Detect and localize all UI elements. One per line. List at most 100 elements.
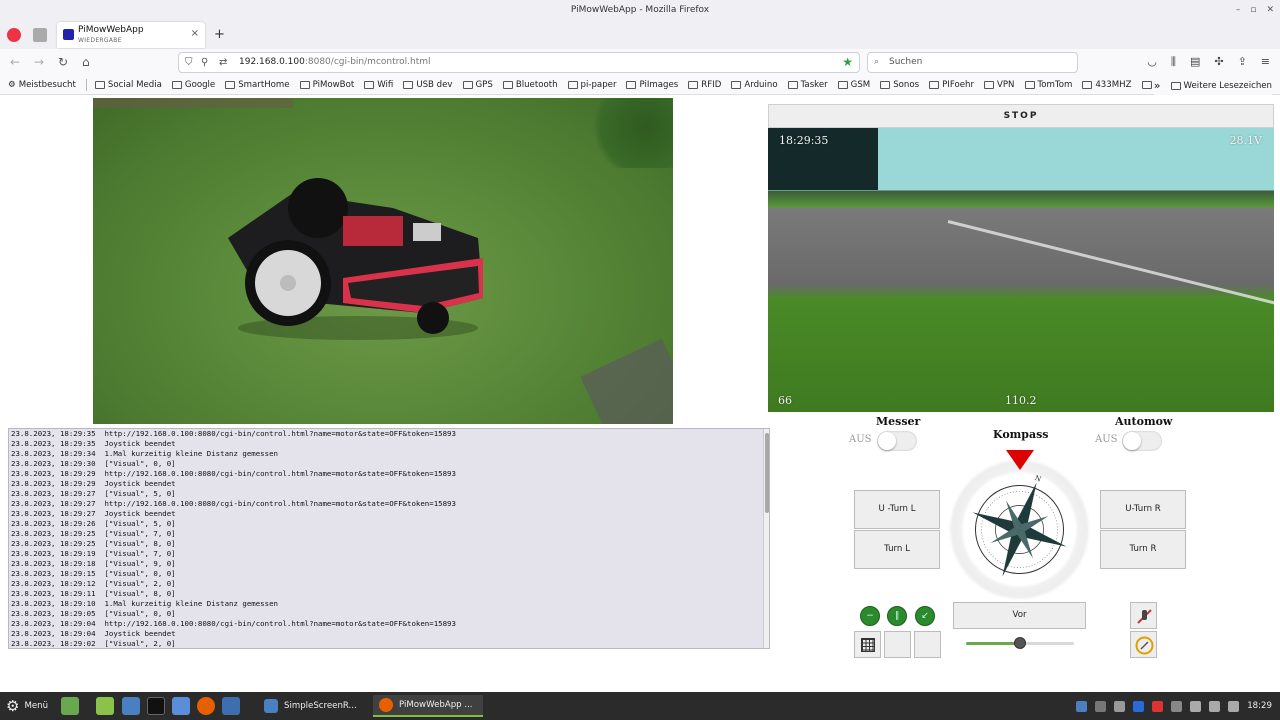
log-line: 23.8.2023, 18:29:10 1.Mal kurzeitig klei… xyxy=(11,599,278,608)
extensions-icon[interactable]: ✣ xyxy=(1214,55,1223,69)
uturn-left-button[interactable]: U -Turn L xyxy=(854,490,940,529)
stop-button[interactable]: STOP xyxy=(768,104,1274,128)
menu-icon[interactable]: ≡ xyxy=(1261,55,1270,69)
taskbar-files[interactable] xyxy=(96,696,114,716)
reload-icon[interactable]: ↻ xyxy=(58,55,68,69)
turn-right-button[interactable]: Turn R xyxy=(1100,530,1186,569)
url-bar[interactable]: ⛉ ⚲ ⇄ 192.168.0.100:8080/cgi-bin/mcontro… xyxy=(178,52,860,73)
bookmarks-more-button[interactable]: » xyxy=(1154,79,1161,92)
tab-pimowwebapp[interactable]: PiMowWebApp WIEDERGABE × xyxy=(57,22,205,48)
log-line: 23.8.2023, 18:29:27 Joystick beendet xyxy=(11,509,176,518)
forward-icon[interactable]: → xyxy=(34,55,44,69)
log-line: 23.8.2023, 18:29:04 http://192.168.0.100… xyxy=(11,619,456,628)
grid-button[interactable] xyxy=(854,631,881,658)
shield-icon[interactable]: ⛉ xyxy=(185,57,193,68)
taskbar-terminal[interactable] xyxy=(147,696,165,716)
bookmark-folder-vpn[interactable]: VPN xyxy=(984,80,1015,90)
pocket-icon[interactable]: ◡ xyxy=(1147,55,1157,69)
bookmark-folder-usb-dev[interactable]: USB dev xyxy=(403,80,453,90)
bookmark-folder-sonos[interactable]: Sonos xyxy=(880,80,919,90)
tab-list-icon[interactable] xyxy=(33,28,47,42)
back-icon[interactable]: ← xyxy=(10,55,20,69)
start-menu-button[interactable]: ⚙ Menü xyxy=(6,696,48,716)
new-tab-button[interactable]: + xyxy=(214,27,225,42)
screenshot-tray-icon[interactable] xyxy=(1076,700,1088,712)
bookmark-folder-bluetooth[interactable]: Bluetooth xyxy=(502,80,558,90)
wifi-icon[interactable] xyxy=(1190,700,1202,712)
bookmark-star-icon[interactable]: ★ xyxy=(842,55,853,69)
messer-toggle[interactable] xyxy=(877,431,917,451)
volume-icon[interactable] xyxy=(1209,700,1221,712)
taskbar-window-screenrecorder[interactable]: SimpleScreenR... xyxy=(258,695,363,717)
bookmark-folder-piimages[interactable]: PiImages xyxy=(626,80,678,90)
bluetooth-icon[interactable] xyxy=(1095,700,1107,712)
bookmark-label: Social Media xyxy=(107,80,162,90)
log-line: 23.8.2023, 18:29:11 ["Visual", 8, 0] xyxy=(11,589,176,598)
start-menu-label: Menü xyxy=(24,701,49,711)
bookmark-other[interactable]: Weitere Lesezeichen xyxy=(1170,80,1272,91)
minimize-icon[interactable]: – xyxy=(1236,0,1241,20)
compass-toggle-button[interactable] xyxy=(1130,631,1157,658)
taskbar: ⚙ Menü SimpleScreenR... PiMowWebApp ... … xyxy=(0,692,1280,720)
speed-slider[interactable] xyxy=(966,637,1074,649)
slider-thumb[interactable] xyxy=(1014,637,1026,649)
forward-button[interactable]: Vor xyxy=(953,602,1086,629)
bookmark-folder-social-media[interactable]: Social Media xyxy=(94,80,162,90)
bookmark-folder-smarthome[interactable]: SmartHome xyxy=(225,80,290,90)
log-scroll-thumb[interactable] xyxy=(765,433,769,513)
turn-left-button[interactable]: Turn L xyxy=(854,530,940,569)
taskbar-screenshot[interactable] xyxy=(122,696,140,716)
bookmark-folder-google[interactable]: Google xyxy=(171,80,215,90)
clock[interactable]: 18:29 xyxy=(1247,701,1272,711)
bookmark-folder-pimowbot[interactable]: PiMowBot xyxy=(299,80,354,90)
taskbar-window-firefox[interactable]: PiMowWebApp ... xyxy=(373,695,483,717)
log-scrollbar[interactable] xyxy=(763,429,769,648)
bookmark-label: Weitere Lesezeichen xyxy=(1183,80,1272,91)
bookmark-folder-gps[interactable]: GPS xyxy=(462,80,493,90)
uturn-right-button[interactable]: U-Turn R xyxy=(1100,490,1186,529)
anydesk-icon[interactable] xyxy=(1152,700,1164,712)
bookmark-folder-433mhz[interactable]: 433MHZ xyxy=(1082,80,1132,90)
folder-icon xyxy=(96,697,114,715)
taskbar-desktop[interactable] xyxy=(61,696,79,716)
log-line: 23.8.2023, 18:29:29 Joystick beendet xyxy=(11,479,176,488)
search-bar[interactable]: ⌕ Suchen xyxy=(867,52,1078,73)
firefox-view-icon[interactable] xyxy=(7,28,21,42)
maximize-icon[interactable]: ▫ xyxy=(1250,0,1256,20)
bookmark-folder-gsm[interactable]: GSM xyxy=(837,80,870,90)
bookmark-meistbesucht[interactable]: ⚙ Meistbesucht xyxy=(8,80,76,90)
keyboard-layout-icon[interactable] xyxy=(1133,700,1145,712)
sidebar-icon[interactable]: ▤ xyxy=(1190,55,1200,69)
bookmark-folder-pifoehr[interactable]: PIFoehr xyxy=(929,80,974,90)
shield-tray-icon[interactable] xyxy=(1114,700,1126,712)
home-icon[interactable]: ⌂ xyxy=(82,55,90,69)
bookmark-folder-rfid[interactable]: RFID xyxy=(688,80,721,90)
empty-button-2[interactable] xyxy=(914,631,941,658)
event-log[interactable]: 23.8.2023, 18:29:35 http://192.168.0.100… xyxy=(8,428,770,649)
taskbar-mail[interactable] xyxy=(172,696,190,716)
close-window-icon[interactable]: ✕ xyxy=(1266,0,1274,20)
bookmark-folder-tasker[interactable]: Tasker xyxy=(787,80,828,90)
taskbar-firefox[interactable] xyxy=(197,696,215,716)
tab-close-icon[interactable]: × xyxy=(191,28,199,39)
battery-icon[interactable] xyxy=(1228,700,1240,712)
pause-button[interactable]: ∥ xyxy=(887,606,907,626)
bookmark-folder-wifi[interactable]: Wifi xyxy=(364,80,393,90)
bookmark-folder-arduino[interactable]: Arduino xyxy=(731,80,778,90)
bookmark-folder-tomtom[interactable]: TomTom xyxy=(1024,80,1072,90)
speed-down-button[interactable]: − xyxy=(860,606,880,626)
permissions-icon[interactable]: ⚲ xyxy=(201,57,208,68)
taskbar-app[interactable] xyxy=(222,696,240,716)
share-icon[interactable]: ⇪ xyxy=(1238,55,1247,69)
update-icon[interactable] xyxy=(1171,700,1183,712)
library-icon[interactable]: ⫼ xyxy=(1171,55,1176,69)
url-text[interactable]: 192.168.0.100:8080/cgi-bin/mcontrol.html xyxy=(239,57,431,67)
mute-button[interactable] xyxy=(1130,602,1157,629)
mail-icon xyxy=(172,697,190,715)
connection-icon[interactable]: ⇄ xyxy=(219,57,227,68)
folder-icon xyxy=(929,81,940,89)
record-button[interactable]: ↙ xyxy=(915,606,935,626)
bookmark-folder-pi-paper[interactable]: pi-paper xyxy=(567,80,616,90)
empty-button-1[interactable] xyxy=(884,631,911,658)
automow-toggle[interactable] xyxy=(1122,431,1162,451)
